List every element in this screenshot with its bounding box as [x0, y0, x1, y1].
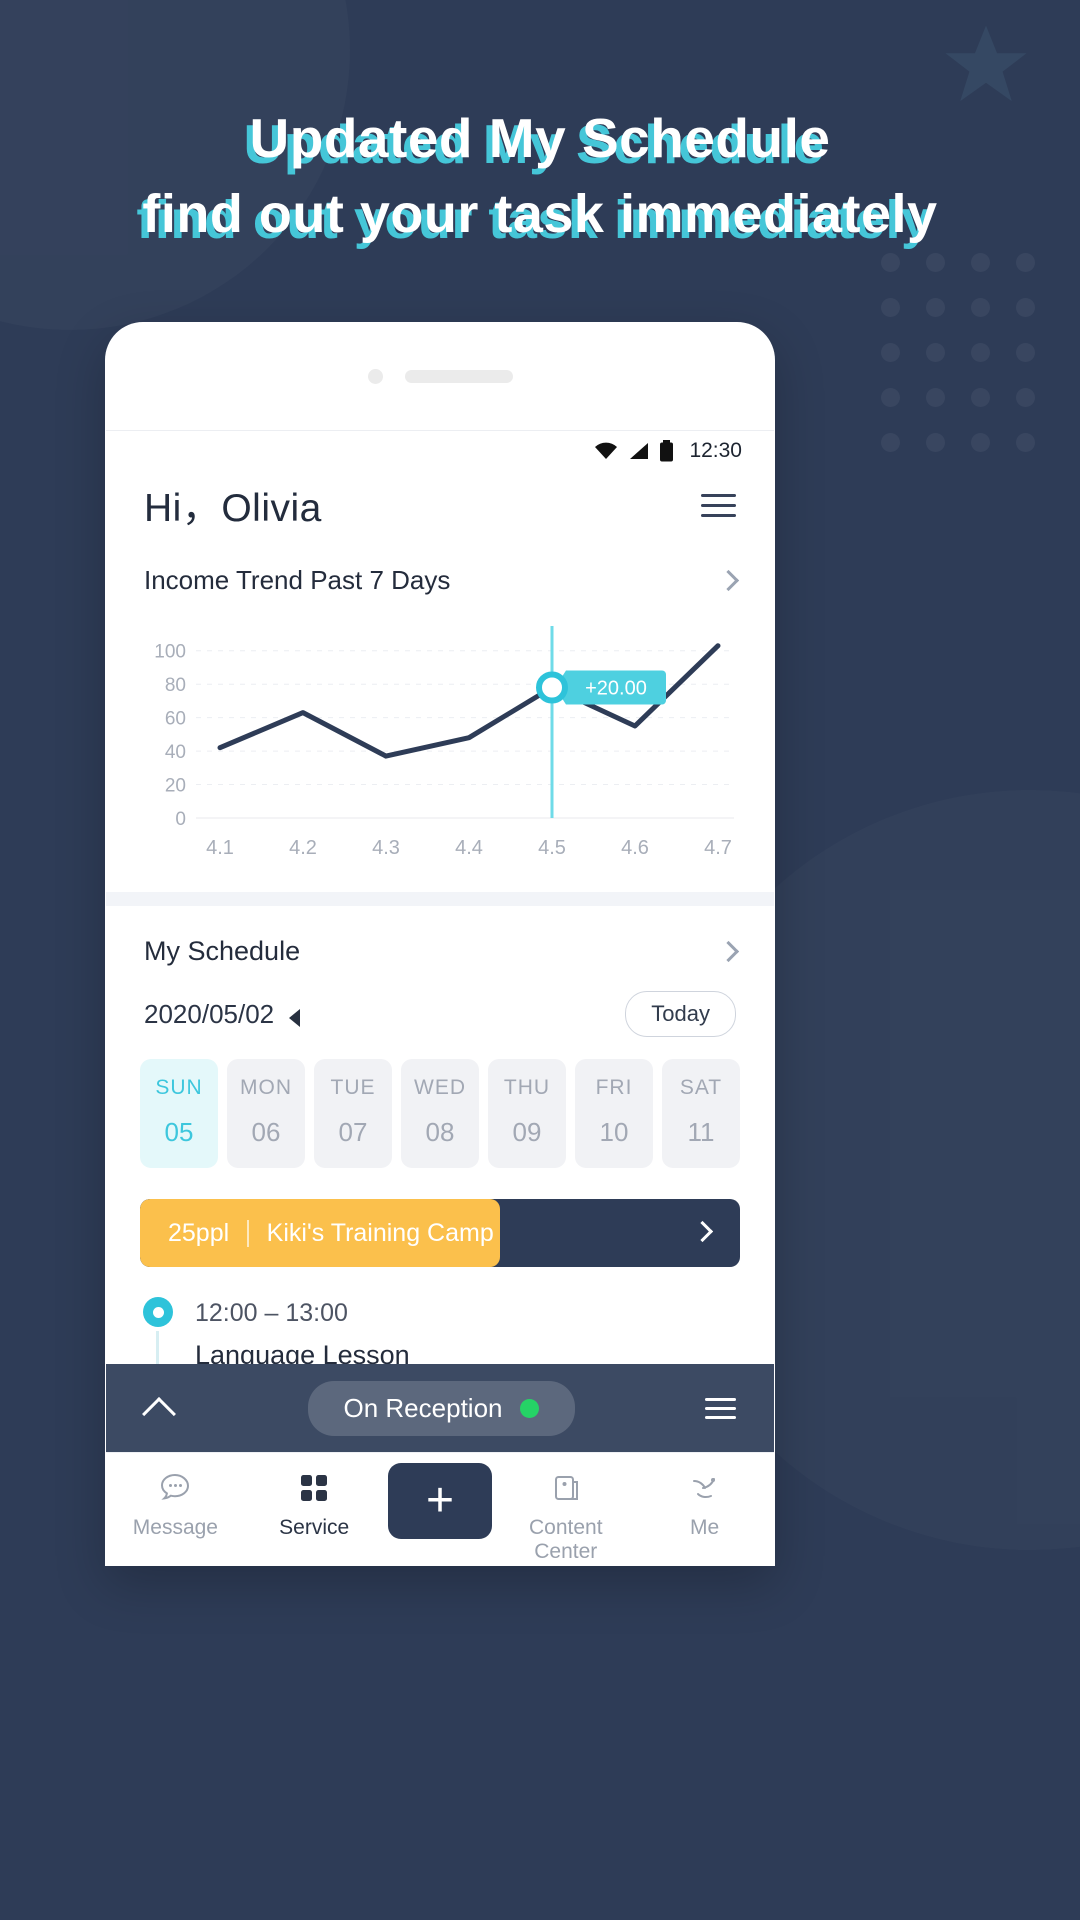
today-button[interactable]: Today — [625, 991, 736, 1037]
svg-text:4.7: 4.7 — [704, 837, 732, 859]
day-name: WED — [414, 1076, 466, 1099]
chevron-right-icon[interactable] — [717, 940, 740, 963]
day-name: TUE — [330, 1076, 376, 1099]
svg-text:4.1: 4.1 — [206, 837, 234, 859]
bottom-tab-bar[interactable]: Message Service Content Center Me — [106, 1452, 774, 1566]
day-cell-thu[interactable]: THU 09 — [488, 1059, 566, 1168]
income-line-chart: 0 20 40 60 80 100 4.1 4.2 4.3 4.4 4.5 4.6 4.7 +20.00 — [154, 626, 734, 859]
income-trend-header[interactable]: Income Trend Past 7 Days — [106, 533, 774, 596]
day-cell-mon[interactable]: MON 06 — [227, 1059, 305, 1168]
svg-text:40: 40 — [165, 742, 186, 763]
day-number: 11 — [687, 1117, 715, 1147]
income-trend-title: Income Trend Past 7 Days — [144, 565, 451, 595]
wifi-icon — [595, 442, 618, 459]
phone-top-bezel — [105, 322, 775, 430]
caret-left-icon[interactable] — [288, 1009, 300, 1028]
svg-text:4.3: 4.3 — [372, 837, 400, 859]
phone-mockup: 12:30 Hi，Olivia Income Trend Past 7 Days… — [105, 322, 775, 1566]
my-schedule-title: My Schedule — [144, 936, 301, 966]
battery-icon — [660, 440, 674, 462]
day-number: 07 — [338, 1117, 368, 1147]
hamburger-icon[interactable] — [704, 1397, 736, 1419]
timeline-dot-icon — [143, 1297, 173, 1327]
status-dot-icon — [520, 1398, 540, 1418]
app-header: Hi，Olivia — [106, 467, 774, 533]
tab-content-center[interactable]: Content Center — [501, 1467, 631, 1564]
tab-label: Message — [132, 1516, 218, 1539]
promo-headline-line1: Updated My Schedule — [249, 107, 831, 169]
greeting-text: Hi，Olivia — [144, 487, 322, 530]
my-schedule-header[interactable]: My Schedule — [106, 906, 774, 967]
reception-status-pill[interactable]: On Reception — [307, 1380, 576, 1436]
day-number: 08 — [425, 1117, 455, 1147]
svg-text:4.6: 4.6 — [621, 837, 649, 859]
income-trend-chart[interactable]: 0 20 40 60 80 100 4.1 4.2 4.3 4.4 4.5 4.6 4.7 +20.00 — [134, 620, 746, 870]
day-number: 05 — [164, 1117, 194, 1147]
svg-text:100: 100 — [154, 642, 186, 663]
section-divider — [106, 892, 774, 906]
day-cell-sun[interactable]: SUN 05 — [140, 1059, 218, 1168]
date-row: 2020/05/02 Today — [106, 967, 774, 1037]
day-name: MON — [240, 1076, 292, 1099]
selected-date[interactable]: 2020/05/02 — [144, 999, 300, 1030]
tab-label: Service — [279, 1516, 350, 1539]
svg-text:4.2: 4.2 — [289, 837, 317, 859]
grid-icon — [249, 1467, 379, 1509]
day-number: 06 — [251, 1117, 281, 1147]
day-name: SAT — [679, 1076, 723, 1099]
promo-headline: Updated My Schedule find out your task i… — [0, 100, 1080, 252]
training-camp-banner[interactable]: 25ppl Kiki's Training Camp — [140, 1199, 740, 1267]
svg-text:60: 60 — [165, 709, 186, 730]
promo-headline-line2: find out your task immediately — [142, 184, 938, 244]
training-camp-progress-fill: 25ppl Kiki's Training Camp — [140, 1199, 500, 1267]
event-time: 12:00 – 13:00 — [195, 1299, 348, 1327]
day-name: FRI — [595, 1076, 633, 1099]
tab-label: Content Center — [529, 1516, 603, 1563]
day-cell-wed[interactable]: WED 08 — [401, 1059, 479, 1168]
svg-text:+20.00: +20.00 — [585, 678, 647, 700]
message-icon — [110, 1467, 240, 1509]
content-icon — [501, 1467, 631, 1509]
chevron-up-icon[interactable] — [144, 1391, 178, 1425]
hamburger-icon[interactable] — [701, 493, 736, 517]
training-camp-name: Kiki's Training Camp — [266, 1218, 494, 1247]
status-bar-time: 12:30 — [689, 439, 742, 462]
svg-text:0: 0 — [175, 809, 186, 830]
day-cell-tue[interactable]: TUE 07 — [314, 1059, 392, 1168]
person-icon — [640, 1467, 770, 1509]
training-camp-people-count: 25ppl — [168, 1218, 230, 1247]
dot-grid-decoration — [868, 240, 1048, 465]
banner-separator — [247, 1219, 249, 1247]
day-cell-fri[interactable]: FRI 10 — [575, 1059, 653, 1168]
day-number: 10 — [599, 1117, 629, 1147]
status-bar: 12:30 — [106, 431, 774, 467]
earpiece-speaker — [404, 369, 513, 383]
add-button[interactable] — [387, 1463, 492, 1539]
day-number: 09 — [512, 1117, 542, 1147]
day-name: SUN — [155, 1076, 203, 1099]
day-name: THU — [503, 1076, 551, 1099]
phone-screen: 12:30 Hi，Olivia Income Trend Past 7 Days… — [106, 430, 774, 1566]
tab-message[interactable]: Message — [110, 1467, 240, 1540]
reception-status-label: On Reception — [343, 1392, 503, 1423]
chevron-right-icon[interactable] — [691, 1220, 714, 1243]
week-day-picker[interactable]: SUN 05 MON 06 TUE 07 WED 08 THU 09 FRI 10 SAT 11 — [106, 1037, 774, 1168]
svg-text:4.5: 4.5 — [538, 837, 566, 859]
svg-text:20: 20 — [165, 776, 186, 797]
svg-text:4.4: 4.4 — [455, 837, 483, 859]
tab-me[interactable]: Me — [640, 1467, 770, 1540]
day-cell-sat[interactable]: SAT 11 — [662, 1059, 740, 1168]
reception-bar: On Reception — [106, 1364, 774, 1452]
signal-icon — [630, 443, 649, 459]
tab-service[interactable]: Service — [249, 1467, 379, 1540]
chevron-right-icon[interactable] — [717, 569, 740, 592]
front-camera-icon — [367, 368, 383, 384]
selected-date-label: 2020/05/02 — [144, 998, 275, 1029]
svg-text:80: 80 — [165, 675, 186, 696]
tab-label: Me — [689, 1516, 720, 1539]
